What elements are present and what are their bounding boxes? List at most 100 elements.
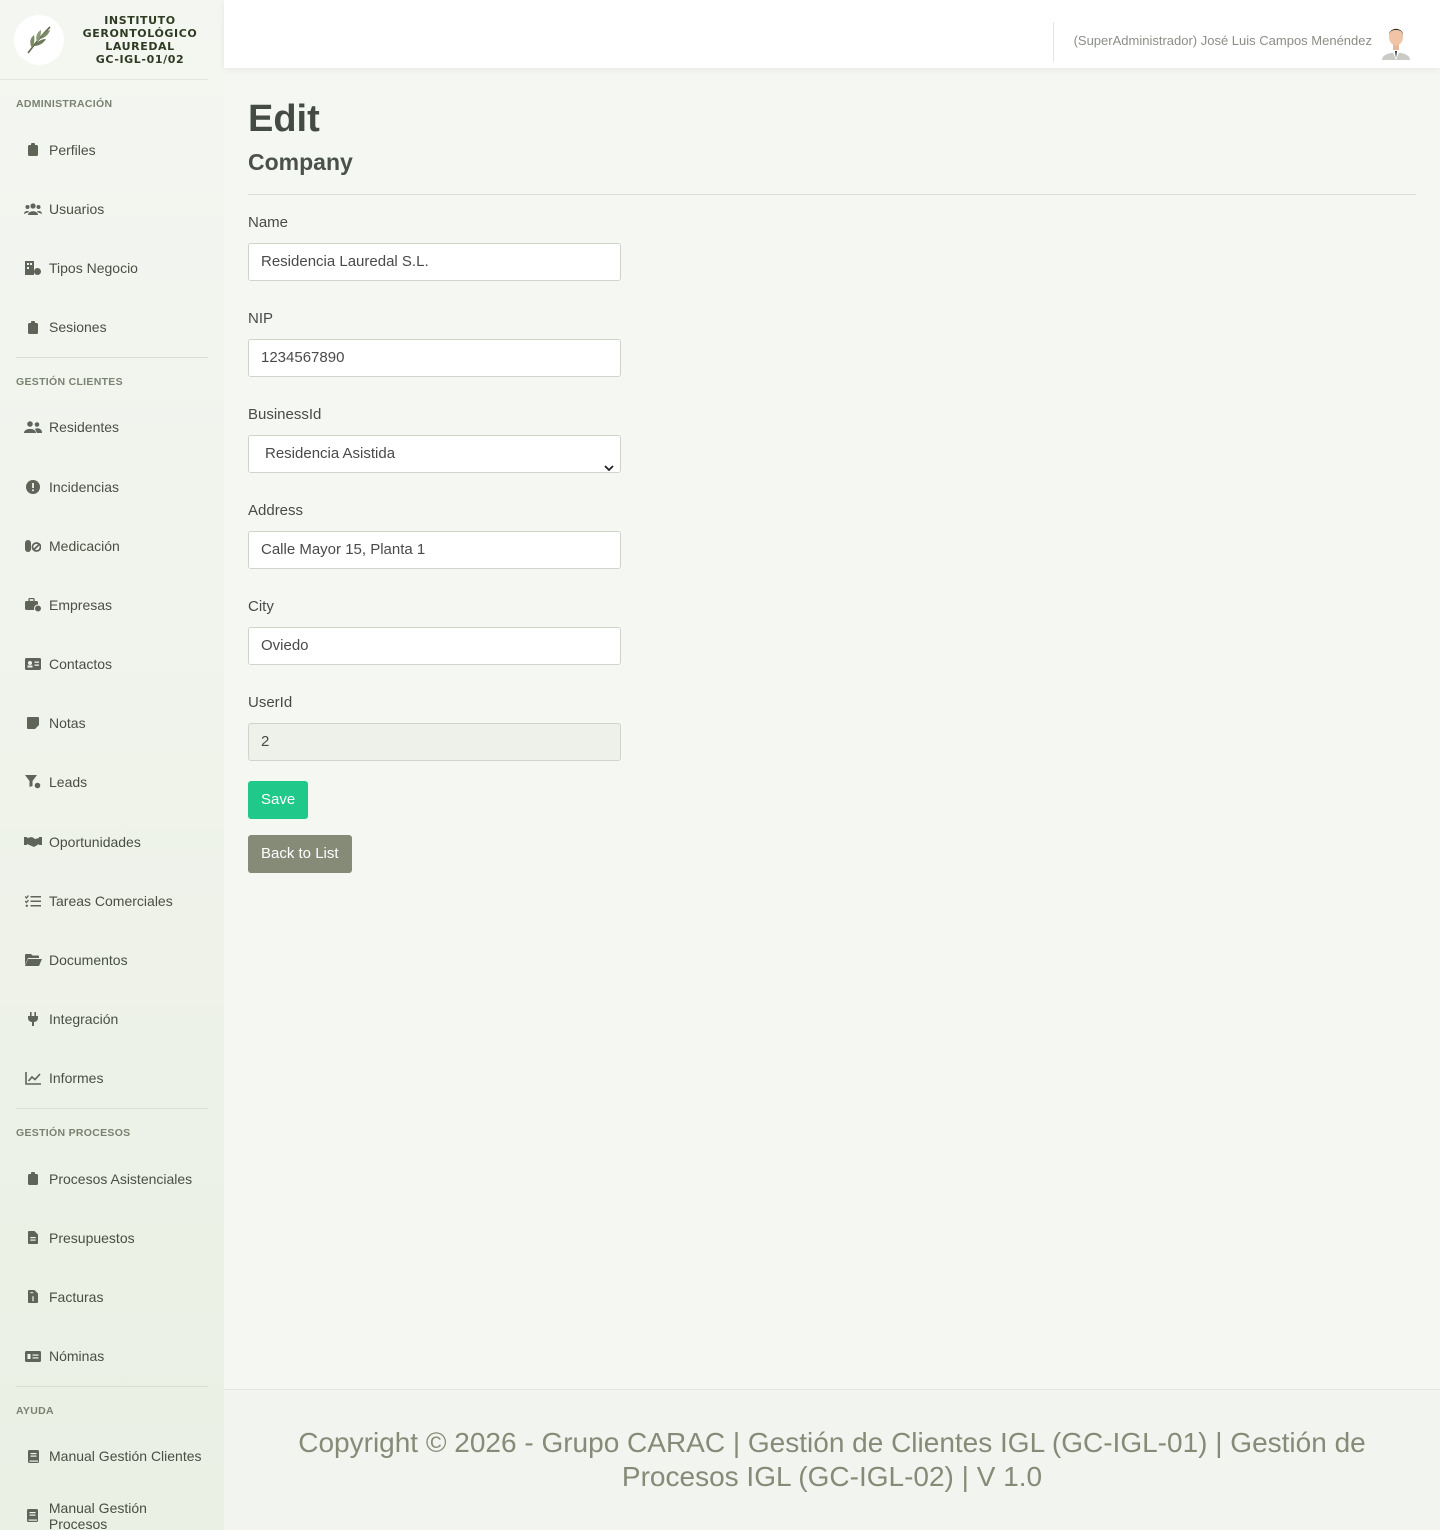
sidebar-item-label: Nóminas [49,1348,105,1365]
sidebar-item-label: Informes [49,1070,104,1087]
company-edit-form: Name Residencia Lauredal S.L. NIP 123456… [248,213,621,873]
user-id-label: UserId [248,694,293,711]
sidebar-item-label: Tipos Negocio [49,259,138,276]
sidebar-item-nominas[interactable]: Nóminas [16,1327,208,1386]
sidebar-item-leads[interactable]: Leads [16,753,208,812]
nip-label: NIP [248,310,274,327]
nav-section-administracion: ADMINISTRACIÓN Perfiles Usuarios Tipos N… [0,80,224,357]
sidebar-item-tipos-negocio[interactable]: Tipos Negocio [16,238,208,297]
nav-section-gestion-clientes: GESTIÓN CLIENTES Residentes Incidencias … [0,358,224,1108]
nav-heading: ADMINISTRACIÓN [16,98,113,110]
sidebar-item-tareas-comerciales[interactable]: Tareas Comerciales [16,871,208,930]
clipboard-icon [24,1171,42,1187]
nav-section-gestion-procesos: GESTIÓN PROCESOS Procesos Asistenciales … [0,1109,224,1386]
file-text-icon [24,1230,42,1246]
chevron-down-icon [604,450,614,472]
nav-heading: GESTIÓN PROCESOS [16,1127,131,1139]
money-bill-icon [24,1348,42,1364]
back-button-wrapper: Back to List [248,819,621,873]
brand[interactable]: INSTITUTO GERONTOLÓGICO LAUREDAL GC-IGL-… [0,0,208,80]
sidebar-item-label: Integración [49,1011,119,1028]
sidebar-item-manual-gestion-clientes[interactable]: Manual Gestión Clientes [16,1427,208,1486]
nav-heading: AYUDA [16,1404,54,1417]
sidebar-item-label: Medicación [49,537,120,554]
user-group-icon [24,419,42,435]
city-input[interactable]: Oviedo [248,627,621,665]
form-group-name: Name Residencia Lauredal S.L. [248,213,621,281]
sidebar-item-documentos[interactable]: Documentos [16,930,208,989]
line-chart-icon [24,1070,42,1086]
sidebar-item-label: Oportunidades [49,833,141,850]
business-id-select[interactable]: Residencia Asistida [248,435,621,473]
sidebar-item-label: Presupuestos [49,1229,135,1246]
page-title: Edit [248,98,320,140]
nip-input[interactable]: 1234567890 [248,339,621,377]
handshake-icon [24,834,42,850]
user-avatar[interactable] [1380,24,1412,60]
sidebar-item-medicacion[interactable]: Medicación [16,516,208,575]
invoice-icon [24,1289,42,1305]
business-id-selected: Residencia Asistida [265,445,396,462]
sidebar-item-incidencias[interactable]: Incidencias [16,457,208,516]
sidebar-item-residentes[interactable]: Residentes [16,398,208,457]
sidebar-item-label: Manual Gestión Clientes [49,1448,202,1465]
sidebar-item-label: Documentos [49,952,128,969]
users-icon [24,201,42,217]
sidebar-item-label: Notas [49,715,86,732]
nav-heading: GESTIÓN CLIENTES [16,375,123,388]
form-group-nip: NIP 1234567890 [248,309,621,377]
footer: Copyright © 2026 - Grupo CARAC | Gestión… [224,1389,1440,1530]
sticky-note-icon [24,715,42,731]
form-group-userid: UserId 2 [248,693,621,761]
sidebar-item-integracion[interactable]: Integración [16,990,208,1049]
form-group-business: BusinessId Residencia Asistida [248,405,621,473]
sidebar-item-oportunidades[interactable]: Oportunidades [16,812,208,871]
city-label: City [248,598,274,615]
folder-open-icon [24,952,42,968]
sidebar-item-facturas[interactable]: Facturas [16,1267,208,1326]
pills-icon [24,538,42,554]
sidebar-item-label: Tareas Comerciales [49,892,173,909]
sidebar-item-sesiones[interactable]: Sesiones [16,298,208,357]
sidebar-item-procesos-asistenciales[interactable]: Procesos Asistenciales [16,1149,208,1208]
sidebar-item-label: Contactos [49,656,113,673]
alert-circle-icon [24,479,42,495]
form-group-city: City Oviedo [248,597,621,665]
sidebar-item-label: Empresas [49,596,113,613]
sidebar-item-label: Incidencias [49,478,120,495]
sidebar-item-presupuestos[interactable]: Presupuestos [16,1208,208,1267]
sidebar-item-usuarios[interactable]: Usuarios [16,179,208,238]
clipboard-icon [24,319,42,335]
clipboard-icon [24,142,42,158]
sidebar-item-label: Procesos Asistenciales [49,1170,193,1187]
book-icon [24,1508,42,1524]
brand-name: INSTITUTO GERONTOLÓGICO LAUREDAL GC-IGL-… [72,14,208,66]
address-input[interactable]: Calle Mayor 15, Planta 1 [248,531,621,569]
sidebar: INSTITUTO GERONTOLÓGICO LAUREDAL GC-IGL-… [0,0,224,1530]
sidebar-item-manual-gestion-procesos[interactable]: Manual Gestión Procesos [16,1486,208,1530]
task-list-icon [24,893,42,909]
sidebar-item-label: Sesiones [49,319,107,336]
funnel-icon [24,774,42,790]
divider [248,194,1416,195]
sidebar-item-notas[interactable]: Notas [16,694,208,753]
sidebar-item-perfiles[interactable]: Perfiles [16,120,208,179]
footer-copyright: Copyright © 2026 - Grupo CARAC | Gestión… [298,1427,1366,1492]
sidebar-item-label: Usuarios [49,200,105,217]
name-input[interactable]: Residencia Lauredal S.L. [248,243,621,281]
user-name[interactable]: (SuperAdministrador) José Luis Campos Me… [1074,33,1372,48]
sidebar-item-contactos[interactable]: Contactos [16,635,208,694]
save-button[interactable]: Save [248,781,309,819]
brand-code: GC-IGL-01/02 [95,52,185,66]
brand-line-3: LAUREDAL [105,39,175,53]
laurel-logo-icon [14,14,64,65]
topbar: (SuperAdministrador) José Luis Campos Me… [224,0,1440,68]
brand-line-2: GERONTOLÓGICO [82,26,198,40]
form-group-address: Address Calle Mayor 15, Planta 1 [248,501,621,569]
main-content: Edit Company Name Residencia Lauredal S.… [248,68,1416,873]
plug-icon [24,1011,42,1027]
sidebar-item-informes[interactable]: Informes [16,1049,208,1108]
sidebar-item-empresas[interactable]: Empresas [16,575,208,634]
back-to-list-button[interactable]: Back to List [248,835,352,873]
business-type-icon [24,260,42,276]
